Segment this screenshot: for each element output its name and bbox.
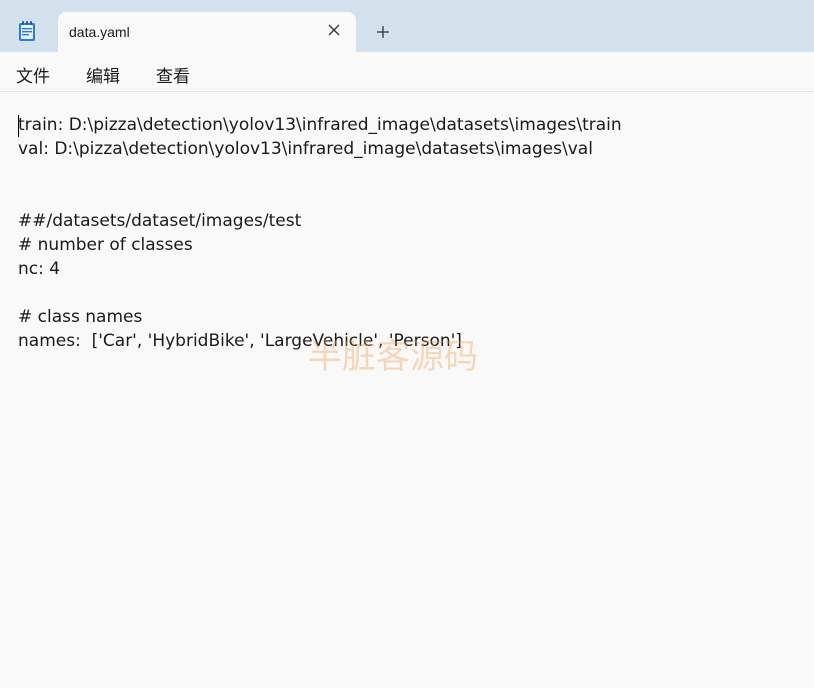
menu-file[interactable]: 文件 bbox=[16, 62, 50, 87]
menu-bar: 文件 编辑 查看 bbox=[0, 52, 814, 92]
text-editor[interactable]: train: D:\pizza\detection\yolov13\infrar… bbox=[0, 93, 814, 688]
menu-edit[interactable]: 编辑 bbox=[86, 62, 120, 87]
title-bar: data.yaml bbox=[0, 0, 814, 52]
notepad-icon[interactable] bbox=[17, 20, 37, 42]
editor-line: train: D:\pizza\detection\yolov13\infrar… bbox=[18, 115, 622, 135]
tab-data-yaml[interactable]: data.yaml bbox=[58, 12, 356, 52]
close-icon[interactable] bbox=[326, 22, 342, 38]
editor-line: val: D:\pizza\detection\yolov13\infrared… bbox=[18, 139, 593, 159]
menu-view[interactable]: 查看 bbox=[156, 62, 190, 87]
tab-title: data.yaml bbox=[69, 24, 130, 40]
editor-line: # number of classes bbox=[18, 235, 193, 255]
editor-line: nc: 4 bbox=[18, 259, 61, 279]
plus-icon[interactable] bbox=[372, 22, 394, 42]
editor-line: ##/datasets/dataset/images/test bbox=[18, 211, 302, 231]
editor-line: names: ['Car', 'HybridBike', 'LargeVehic… bbox=[18, 331, 462, 351]
editor-line: # class names bbox=[18, 307, 143, 327]
